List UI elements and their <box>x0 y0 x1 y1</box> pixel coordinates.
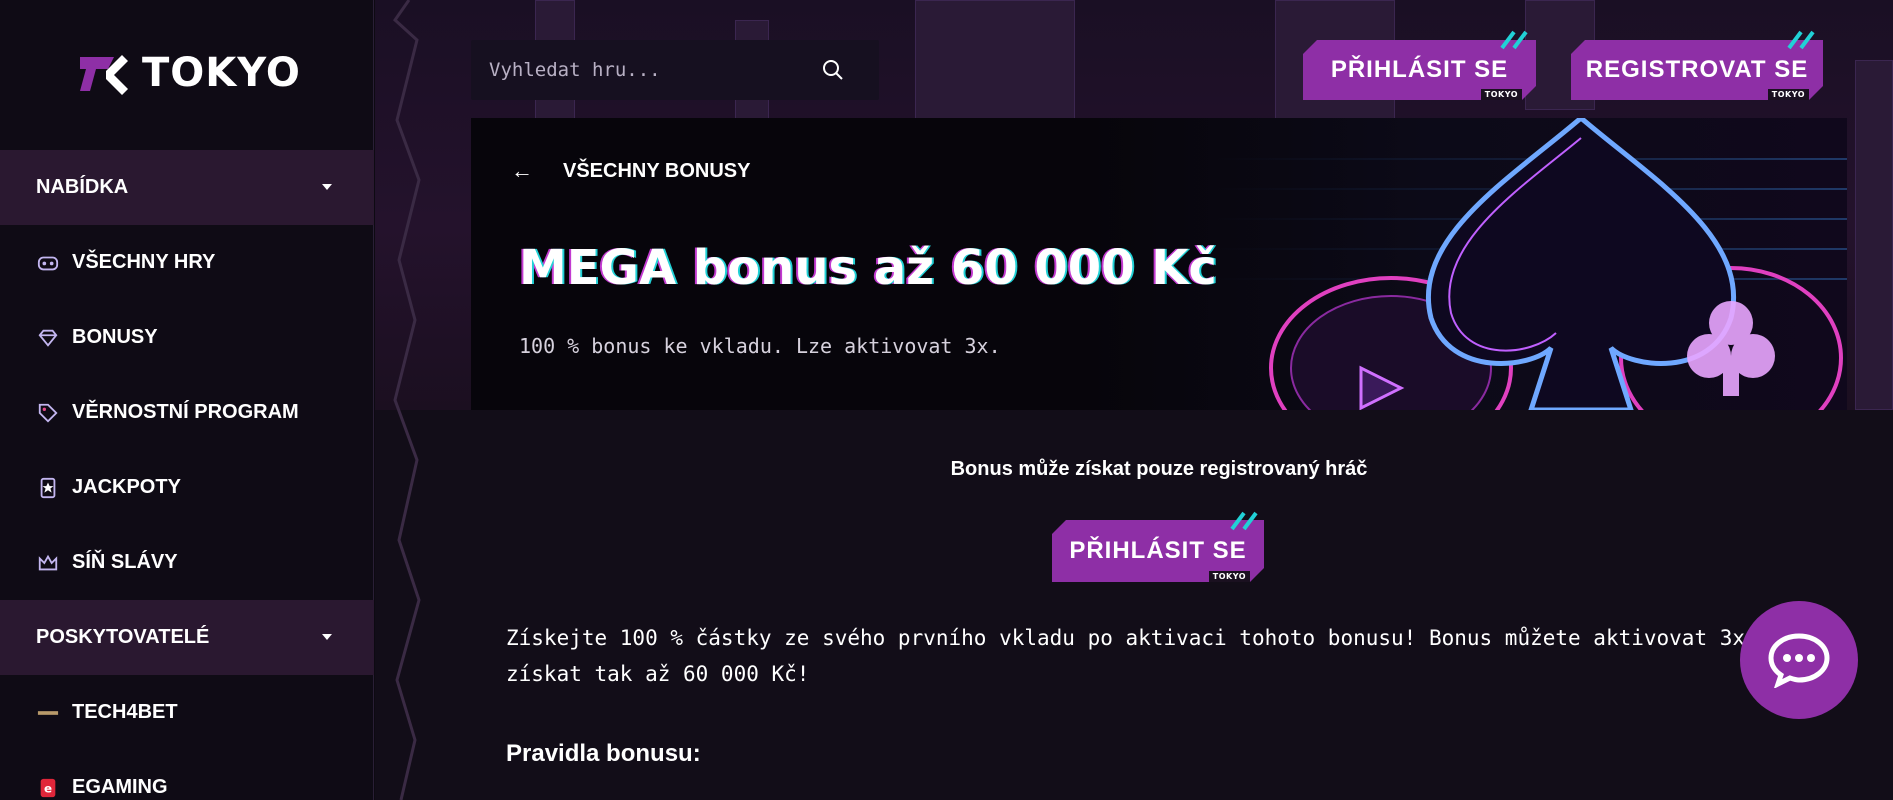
sidebar-item-label: EGAMING <box>72 776 168 798</box>
sidebar-item-all-games[interactable]: VŠECHNY HRY <box>0 225 374 300</box>
bonus-banner: ← VŠECHNY BONUSY MEGA bonus až 60 000 Kč… <box>471 118 1847 410</box>
sidebar-provider-egaming[interactable]: e EGAMING <box>0 750 374 800</box>
sidebar-item-jackpots[interactable]: JACKPOTY <box>0 450 374 525</box>
rules-title: Pravidla bonusu: <box>506 740 701 767</box>
sidebar-provider-tech4bet[interactable]: TECH4BET <box>0 675 374 750</box>
zigzag-divider <box>393 0 421 800</box>
chevron-down-icon <box>322 184 332 190</box>
search-bar[interactable] <box>471 40 879 100</box>
sidebar-item-label: TECH4BET <box>72 701 178 723</box>
bonus-subtitle: 100 % bonus ke vkladu. Lze aktivovat 3x. <box>519 334 1001 358</box>
slash-decoration-icon <box>1787 30 1815 50</box>
search-icon[interactable] <box>821 58 845 82</box>
login-button-label: PŘIHLÁSIT SE <box>1330 56 1509 83</box>
svg-text:e: e <box>44 781 52 795</box>
tokyo-logo-icon <box>80 55 128 95</box>
chat-bubble-icon <box>1768 633 1830 688</box>
sidebar-item-hall-of-fame[interactable]: SÍŇ SLÁVY <box>0 525 374 600</box>
back-to-bonuses[interactable]: ← VŠECHNY BONUSY <box>511 158 750 184</box>
neon-spade-illustration <box>1211 118 1847 410</box>
tech4bet-logo-icon <box>36 701 60 725</box>
diamond-icon <box>36 326 60 350</box>
login-button-label: PŘIHLÁSIT SE <box>1069 537 1247 564</box>
tokyo-logo[interactable]: TOKYO <box>78 48 301 98</box>
chat-button[interactable] <box>1740 601 1858 719</box>
sidebar-section-nabidka[interactable]: NABÍDKA <box>0 150 374 225</box>
sidebar-menu: NABÍDKA VŠECHNY HRY BONUSY VĚRNOSTNÍ PRO… <box>0 150 374 800</box>
egaming-logo-icon: e <box>36 776 60 800</box>
bonus-description: Získejte 100 % částky ze svého prvního v… <box>506 626 1746 686</box>
gamepad-icon <box>36 251 60 275</box>
slash-decoration-icon <box>1500 30 1528 50</box>
sidebar-item-loyalty[interactable]: VĚRNOSTNÍ PROGRAM <box>0 375 374 450</box>
sidebar-item-label: VĚRNOSTNÍ PROGRAM <box>72 401 299 423</box>
medal-icon <box>36 476 60 500</box>
brand-tag: TOKYO <box>1481 89 1522 100</box>
sidebar-section-providers[interactable]: POSKYTOVATELÉ <box>0 600 374 675</box>
sidebar-item-label: VŠECHNY HRY <box>72 251 216 273</box>
crown-icon <box>36 551 60 575</box>
sidebar-item-label: JACKPOTY <box>72 476 181 498</box>
sidebar: TOKYO NABÍDKA VŠECHNY HRY BONUSY VĚRNOST… <box>0 0 374 800</box>
register-button-label: REGISTROVAT SE <box>1585 56 1809 83</box>
bonus-title: MEGA bonus až 60 000 Kč <box>519 240 1217 296</box>
sidebar-item-bonuses[interactable]: BONUSY <box>0 300 374 375</box>
slash-decoration-icon <box>1230 511 1258 531</box>
brand-tag: TOKYO <box>1768 89 1809 100</box>
back-label: VŠECHNY BONUSY <box>563 159 751 182</box>
arrow-left-icon: ← <box>511 158 533 183</box>
sidebar-item-label: SÍŇ SLÁVY <box>72 551 178 573</box>
tag-icon <box>36 401 60 425</box>
sidebar-section-label: POSKYTOVATELÉ <box>36 626 210 648</box>
brand-name: TOKYO <box>142 50 301 96</box>
sidebar-section-label: NABÍDKA <box>36 176 129 198</box>
sidebar-item-label: BONUSY <box>72 326 158 348</box>
search-input[interactable] <box>489 59 809 81</box>
chevron-down-icon <box>322 634 332 640</box>
registered-only-note: Bonus může získat pouze registrovaný hrá… <box>950 458 1368 480</box>
brand-tag: TOKYO <box>1209 571 1250 582</box>
